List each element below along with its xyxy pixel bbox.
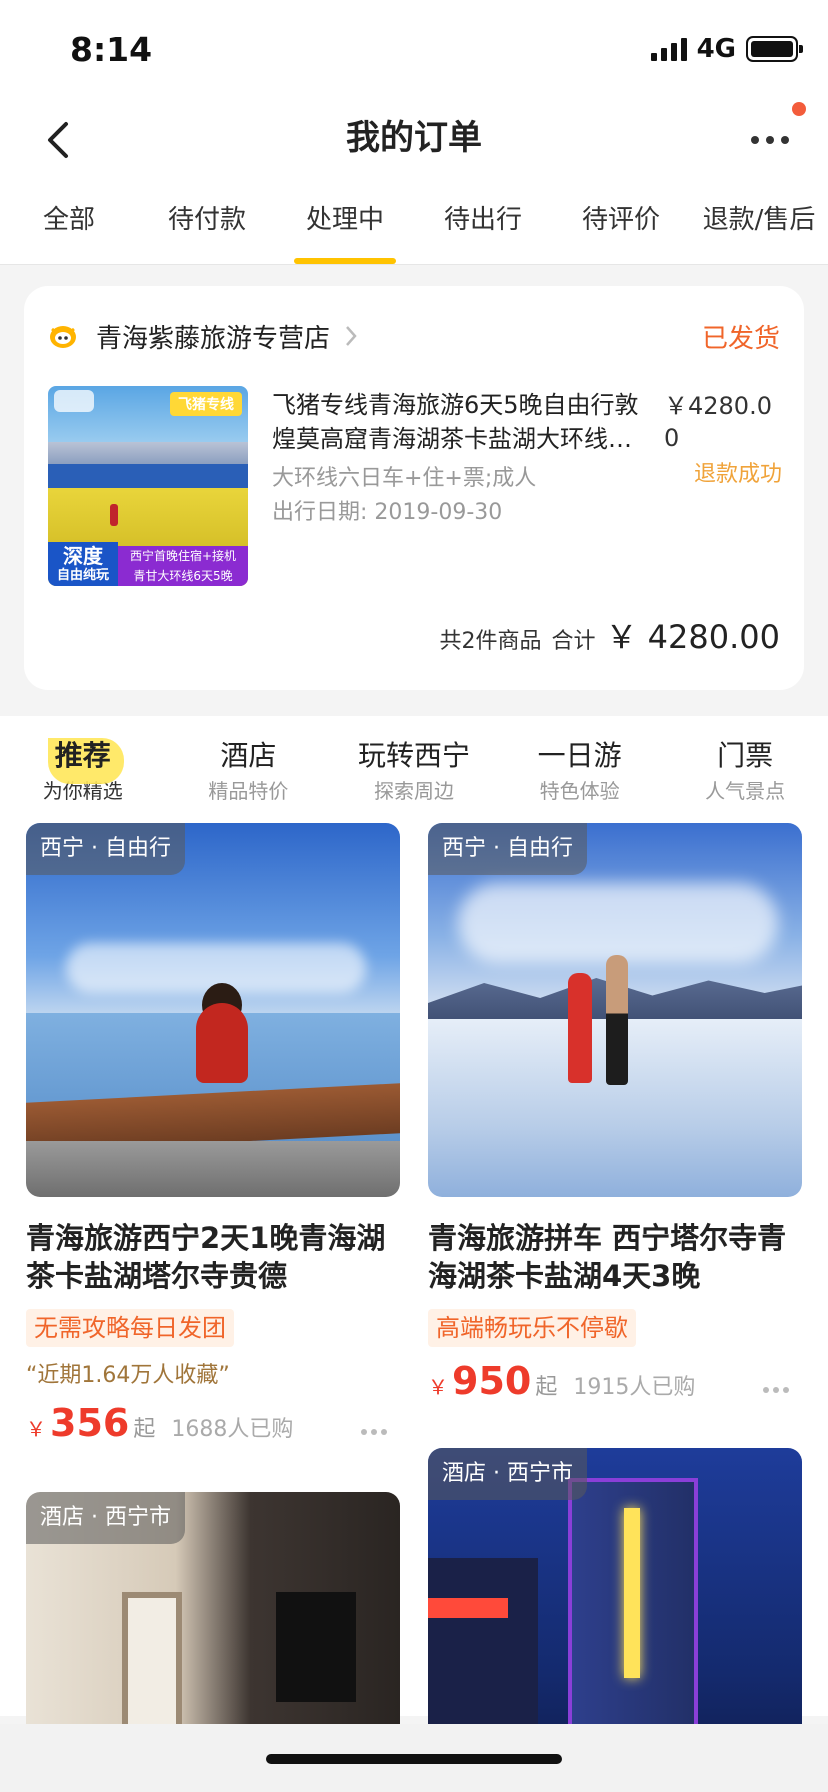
rec-tab-day-tour[interactable]: 一日游 特色体验 <box>497 736 663 826</box>
product-price: ￥4280.00 <box>664 392 772 452</box>
card-title: 青海旅游西宁2天1晚青海湖茶卡盐湖塔尔寺贵德 <box>26 1221 386 1293</box>
order-status: 已发货 <box>701 323 780 354</box>
rec-tab-sublabel: 特色体验 <box>539 779 620 803</box>
rec-tab-label: 门票 <box>717 739 774 772</box>
image-badge: 飞猪专线 <box>170 392 242 416</box>
rec-tab-label: 酒店 <box>220 739 277 772</box>
card-price-row: ￥ 950 起 1915人已购 <box>428 1359 802 1403</box>
card-title: 青海旅游拼车 西宁塔尔寺青海湖茶卡盐湖4天3晚 <box>428 1221 787 1293</box>
rec-tab-label: 玩转西宁 <box>357 739 470 772</box>
sold-count: 1688人已购 <box>171 1417 294 1442</box>
card-price: 950 <box>452 1359 532 1403</box>
rec-tab-sublabel: 精品特价 <box>208 779 289 803</box>
rec-tab-label: 一日游 <box>537 739 622 772</box>
product-card[interactable]: 西宁 · 自由行 青海旅游拼车 西宁塔尔寺青海湖茶卡盐湖4天3晚 高端畅玩乐不停… <box>428 823 802 1403</box>
status-time: 8:14 <box>70 30 153 69</box>
card-tag: 酒店 · 西宁市 <box>428 1448 587 1500</box>
product-card[interactable]: 西宁 · 自由行 青海旅游西宁2天1晚青海湖茶卡盐湖塔尔寺贵德 无需攻略每日发团… <box>26 823 400 1445</box>
tab-processing[interactable]: 处理中 <box>276 180 414 264</box>
notification-dot <box>792 102 806 116</box>
card-badge: 无需攻略每日发团 <box>26 1309 234 1347</box>
rec-tab-hotel[interactable]: 酒店 精品特价 <box>166 736 332 826</box>
currency-symbol: ￥ <box>26 1417 46 1441</box>
tab-all[interactable]: 全部 <box>0 180 138 264</box>
product-title[interactable]: 飞猪专线青海旅游6天5晚自由行敦煌莫高窟青海湖茶卡盐湖大环线六日车+住+票;成人 <box>272 388 646 456</box>
image-overlay-right: 西宁首晚住宿+接机 青甘大环线6天5晚 <box>118 546 248 586</box>
product-spec: 大环线六日车+住+票;成人 <box>272 466 537 491</box>
tab-pending-payment[interactable]: 待付款 <box>138 180 276 264</box>
currency-symbol: ￥ <box>428 1375 448 1399</box>
order-card[interactable]: 青海紫藤旅游专营店 已发货 飞猪专线 深度 自由纯玩 西宁首晚住宿+接机 青甘大… <box>24 286 804 690</box>
product-card-image[interactable]: 西宁 · 自由行 <box>428 823 802 1197</box>
rec-tab-sublabel: 人气景点 <box>705 779 786 803</box>
summary-count: 共2件商品 <box>439 629 542 654</box>
product-card-image[interactable]: 西宁 · 自由行 <box>26 823 400 1197</box>
chevron-right-icon <box>344 324 358 348</box>
fliggy-store-icon <box>48 321 78 351</box>
rec-tab-recommended[interactable]: 推荐 为你精选 <box>0 736 166 826</box>
rec-tab-tickets[interactable]: 门票 人气景点 <box>662 736 828 826</box>
card-price-row: ￥ 356 起 1688人已购 <box>26 1401 400 1445</box>
sold-count: 1915人已购 <box>573 1375 696 1400</box>
card-badge: 高端畅玩乐不停歇 <box>428 1309 636 1347</box>
home-indicator[interactable] <box>266 1754 562 1764</box>
battery-icon <box>746 36 803 62</box>
more-icon[interactable] <box>762 1386 790 1394</box>
card-price: 356 <box>50 1401 130 1445</box>
tab-pending-review[interactable]: 待评价 <box>552 180 690 264</box>
more-icon[interactable] <box>360 1428 388 1436</box>
more-options-icon[interactable] <box>742 112 798 168</box>
nav-bar: 我的订单 <box>0 100 828 180</box>
status-indicators: 4G <box>650 34 803 64</box>
tab-processing-label: 处理中 <box>305 205 384 235</box>
store-name: 青海紫藤旅游专营店 <box>96 323 331 354</box>
shop-logo <box>54 390 94 412</box>
order-summary: 共2件商品 合计 ￥ 4280.00 <box>439 612 780 658</box>
card-tag: 酒店 · 西宁市 <box>26 1492 185 1544</box>
rec-tab-xining[interactable]: 玩转西宁 探索周边 <box>331 736 497 826</box>
card-tag: 西宁 · 自由行 <box>26 823 185 875</box>
tab-pending-trip[interactable]: 待出行 <box>414 180 552 264</box>
trip-date: 出行日期: 2019-09-30 <box>272 500 503 525</box>
network-type: 4G <box>696 34 736 64</box>
order-tabs: 全部 待付款 处理中 待出行 待评价 退款/售后 <box>0 180 828 265</box>
rec-tab-label: 推荐 <box>54 739 111 772</box>
home-bar <box>0 1724 828 1792</box>
tab-refund-aftersale[interactable]: 退款/售后 <box>690 180 828 264</box>
recommendation-tabs: 推荐 为你精选 酒店 精品特价 玩转西宁 探索周边 一日游 特色体验 门票 人气… <box>0 736 828 826</box>
signal-icon <box>650 37 687 61</box>
product-image[interactable]: 飞猪专线 深度 自由纯玩 西宁首晚住宿+接机 青甘大环线6天5晚 <box>48 386 248 586</box>
price-suffix: 起 <box>133 1417 156 1442</box>
rec-tab-sublabel: 探索周边 <box>373 779 454 803</box>
status-bar: 8:14 4G <box>0 0 828 100</box>
card-tag: 西宁 · 自由行 <box>428 823 587 875</box>
refund-status: 退款成功 <box>693 462 782 487</box>
summary-label: 合计 <box>551 629 596 654</box>
image-overlay-left: 深度 自由纯玩 <box>48 542 118 586</box>
summary-total: ￥ 4280.00 <box>605 618 780 656</box>
price-suffix: 起 <box>535 1375 558 1400</box>
store-row[interactable]: 青海紫藤旅游专营店 已发货 <box>48 312 780 360</box>
page-title: 我的订单 <box>346 118 482 158</box>
card-quote: “近期1.64万人收藏” <box>26 1363 230 1388</box>
active-tab-underline <box>294 258 396 264</box>
